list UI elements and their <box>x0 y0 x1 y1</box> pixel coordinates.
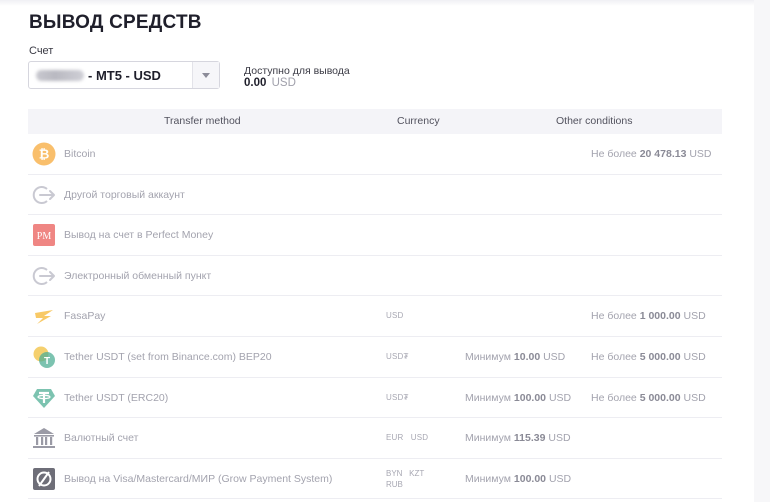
method-name: Электронный обменный пункт <box>64 269 212 282</box>
svg-text:₿: ₿ <box>39 147 50 162</box>
table-header: Transfer method Currency Other condition… <box>28 109 722 134</box>
method-name: Вывод на счет в Perfect Money <box>64 229 214 242</box>
right-scroll-edge <box>754 0 770 502</box>
table-row[interactable]: ₿ Bitcoin Не более 20 478.13 USD <box>28 134 722 175</box>
currency-list: USD₮ <box>386 392 409 402</box>
currency-list: BYN KZT RUB <box>386 468 425 489</box>
min-condition: Минимум 10.00 USD <box>465 350 566 363</box>
currency-list: USD <box>386 311 404 321</box>
max-condition: Не более 1 000.00 USD <box>591 310 706 323</box>
page-title: ВЫВОД СРЕДСТВ <box>29 12 202 33</box>
svg-text:T: T <box>44 356 50 367</box>
account-number-redacted <box>36 69 84 81</box>
bitcoin-icon: ₿ <box>32 142 56 166</box>
table-row[interactable]: Валютный счет EUR USD Минимум 115.39 USD <box>28 418 722 459</box>
method-name: Валютный счет <box>64 432 139 445</box>
method-name: Вывод на Visa/Mastercard/МИР (Grow Payme… <box>64 472 333 485</box>
transfer-arrow-icon <box>32 266 55 285</box>
transfer-methods-table: Transfer method Currency Other condition… <box>28 109 722 500</box>
currency-list: USD₮ <box>386 351 409 361</box>
max-condition: Не более 20 478.13 USD <box>591 148 712 160</box>
account-label: Счет <box>29 45 54 57</box>
chevron-down-icon[interactable] <box>192 62 219 88</box>
top-shadow <box>0 0 770 6</box>
min-condition: Минимум 100.00 USD <box>465 472 572 485</box>
table-row[interactable]: Электронный обменный пункт <box>28 256 722 297</box>
table-row[interactable]: Другой торговый аккаунт <box>28 175 722 216</box>
table-row[interactable]: PM Вывод на счет в Perfect Money <box>28 215 722 256</box>
max-condition: Не более 5 000.00 USD <box>591 350 706 363</box>
min-condition: Минимум 100.00 USD <box>465 391 572 404</box>
table-row[interactable]: T Tether USDT (set from Binance.com) BEP… <box>28 337 722 378</box>
header-other-conditions: Other conditions <box>556 115 633 127</box>
available-amount: 0.00 <box>244 77 267 89</box>
tether-binance-icon: T <box>33 346 55 368</box>
max-condition: Не более 5 000.00 USD <box>591 391 706 404</box>
account-value: - MT5 - USD <box>88 67 161 83</box>
available-currency: USD <box>271 77 296 89</box>
header-currency: Currency <box>397 115 440 127</box>
grow-payment-icon <box>33 467 55 490</box>
perfect-money-icon: PM <box>33 224 55 247</box>
method-name: Tether USDT (ERC20) <box>64 391 169 404</box>
available-value: 0.00 USD <box>244 77 296 89</box>
method-name: FasaPay <box>64 310 106 323</box>
method-name: Tether USDT (set from Binance.com) BEP20 <box>64 350 272 363</box>
table-row[interactable]: FasaPay USD Не более 1 000.00 USD <box>28 296 722 337</box>
available-label: Доступно для вывода <box>244 65 350 77</box>
account-select[interactable]: - MT5 - USD <box>28 61 220 89</box>
currency-list: EUR USD <box>386 433 429 443</box>
fasapay-icon <box>35 310 53 325</box>
transfer-arrow-icon <box>32 185 55 204</box>
table-row[interactable]: Вывод на Visa/Mastercard/МИР (Grow Payme… <box>28 459 722 500</box>
svg-text:PM: PM <box>37 231 52 242</box>
method-name: Другой торговый аккаунт <box>64 188 185 201</box>
header-transfer-method: Transfer method <box>164 115 241 127</box>
min-condition: Минимум 115.39 USD <box>465 432 571 445</box>
table-row[interactable]: Tether USDT (ERC20) USD₮ Минимум 100.00 … <box>28 378 722 419</box>
method-name: Bitcoin <box>64 148 96 160</box>
bank-icon <box>33 428 55 449</box>
tether-icon <box>33 388 55 408</box>
